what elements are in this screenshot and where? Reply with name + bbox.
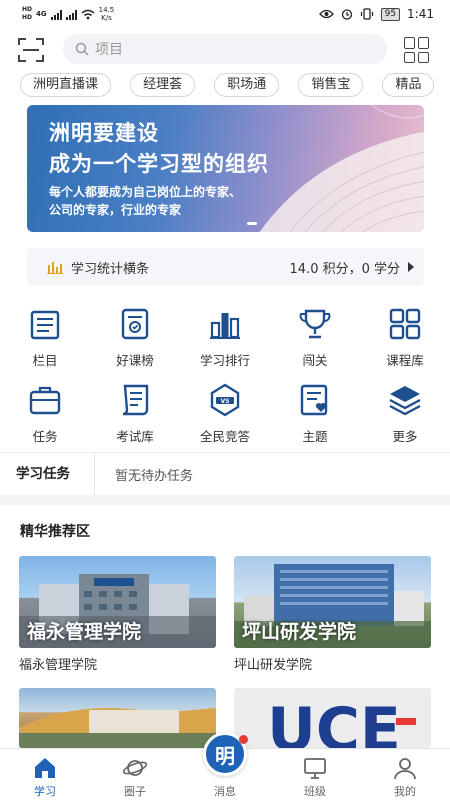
center-message-button[interactable]: 明: [203, 732, 248, 776]
search-placeholder: 项目: [95, 42, 123, 58]
search-icon: [75, 42, 89, 56]
recommend-card[interactable]: [19, 688, 216, 748]
alarm-icon: [341, 9, 352, 20]
svg-text:UCE: UCE: [267, 695, 401, 748]
trophy-icon: [299, 309, 331, 339]
vibrate-icon: [360, 8, 373, 20]
recommend-card[interactable]: 坪山研发学院 坪山研发学院: [234, 556, 431, 673]
wifi-icon: [81, 9, 95, 19]
section-title: 精华推荐区: [20, 524, 90, 540]
monitor-icon: [304, 758, 326, 779]
tab-circle[interactable]: 圈子: [90, 749, 180, 800]
stats-chart-icon: [47, 262, 63, 274]
card-title: 福永管理学院: [19, 658, 98, 673]
briefcase-icon: [29, 386, 61, 415]
battery-indicator: 95: [380, 7, 401, 21]
category-tab[interactable]: 经理荟: [130, 73, 196, 97]
topic-icon: [300, 384, 328, 416]
func-course-library[interactable]: 课程库: [360, 302, 450, 378]
stats-value: 14.0 积分，0 学分: [289, 261, 400, 277]
study-task-row[interactable]: 学习任务 暂无待办任务: [0, 453, 450, 495]
column-icon: [30, 310, 60, 340]
card-image: UCE: [234, 688, 431, 748]
banner-title-line1: 洲明要建设: [49, 121, 159, 145]
task-value: 暂无待办任务: [115, 468, 194, 484]
course-library-icon: [389, 308, 421, 340]
notification-dot: [239, 735, 248, 744]
clock: 1:41: [407, 7, 434, 21]
network-type: 4G: [36, 10, 47, 18]
func-quiz[interactable]: VS 全民竞答: [180, 378, 270, 454]
signal-icon: [50, 9, 62, 20]
sim-indicator: HD HD: [22, 6, 33, 21]
bar-chart-icon: [210, 313, 240, 339]
tab-mine[interactable]: 我的: [360, 749, 450, 800]
carousel-indicator[interactable]: [247, 222, 257, 225]
eye-icon: [318, 9, 334, 19]
func-column[interactable]: 栏目: [0, 302, 90, 378]
layers-icon: [389, 386, 421, 416]
func-good-courses[interactable]: 好课榜: [90, 302, 180, 378]
center-logo-label: 明: [215, 743, 235, 768]
func-task[interactable]: 任务: [0, 378, 90, 454]
card-image: [19, 688, 216, 748]
recommend-card[interactable]: UCE: [234, 688, 431, 748]
scan-icon[interactable]: [18, 38, 44, 62]
signal-icon-2: [65, 9, 77, 20]
vs-quiz-icon: VS: [210, 383, 240, 417]
promo-banner[interactable]: 洲明要建设 成为一个学习型的组织 每个人都要成为自己岗位上的专家、 公司的专家，…: [27, 105, 424, 232]
func-exam-library[interactable]: 考试库: [90, 378, 180, 454]
search-input[interactable]: 项目: [63, 34, 387, 64]
net-speed: 14.5 K/s: [98, 6, 115, 22]
func-study-ranking[interactable]: 学习排行: [180, 302, 270, 378]
func-challenge[interactable]: 闯关: [270, 302, 360, 378]
func-topic[interactable]: 主题: [270, 378, 360, 454]
banner-title-line2: 成为一个学习型的组织: [49, 152, 269, 176]
status-bar: HD HD 4G 14.5 K/s 95 1:41: [0, 0, 450, 28]
svg-text:VS: VS: [221, 398, 230, 405]
ranking-list-icon: [121, 308, 149, 340]
study-stats-bar[interactable]: 学习统计横条 14.0 积分，0 学分: [27, 248, 424, 286]
category-tab[interactable]: 职场通: [214, 73, 280, 97]
uce-logo: UCE: [267, 695, 416, 748]
task-label: 学习任务: [0, 453, 95, 495]
user-icon: [394, 758, 416, 780]
tab-class[interactable]: 班级: [270, 749, 360, 800]
card-image: 坪山研发学院: [234, 556, 431, 648]
card-image: 福永管理学院: [19, 556, 216, 648]
recommend-card[interactable]: 福永管理学院 福永管理学院: [19, 556, 216, 673]
book-illustration: [259, 105, 424, 232]
category-tab[interactable]: 精品: [382, 73, 435, 97]
card-overlay-title: 福永管理学院: [27, 621, 142, 643]
card-overlay-title: 坪山研发学院: [242, 621, 357, 643]
banner-subtitle-line1: 每个人都要成为自己岗位上的专家、: [49, 185, 242, 199]
card-title: 坪山研发学院: [234, 658, 313, 673]
function-grid: 栏目 好课榜 学习排行 闯关 课程库 任务 考试库 VS 全民竞答 主题 更多: [0, 302, 450, 454]
category-tabs: 洲明直播课 经理荟 职场通 销售宝 精品: [0, 73, 450, 99]
section-gap: [0, 495, 450, 505]
planet-icon: [122, 760, 148, 776]
exam-icon: [122, 384, 149, 416]
chevron-right-icon: [408, 262, 414, 272]
category-tab[interactable]: 销售宝: [298, 73, 364, 97]
top-header: 项目: [0, 28, 450, 72]
home-icon: [35, 758, 55, 778]
category-tab[interactable]: 洲明直播课: [20, 73, 112, 97]
tab-study[interactable]: 学习: [0, 749, 90, 800]
banner-subtitle-line2: 公司的专家，行业的专家: [49, 203, 182, 217]
stats-label: 学习统计横条: [71, 261, 150, 277]
func-more[interactable]: 更多: [360, 378, 450, 454]
app-grid-icon[interactable]: [404, 37, 430, 63]
